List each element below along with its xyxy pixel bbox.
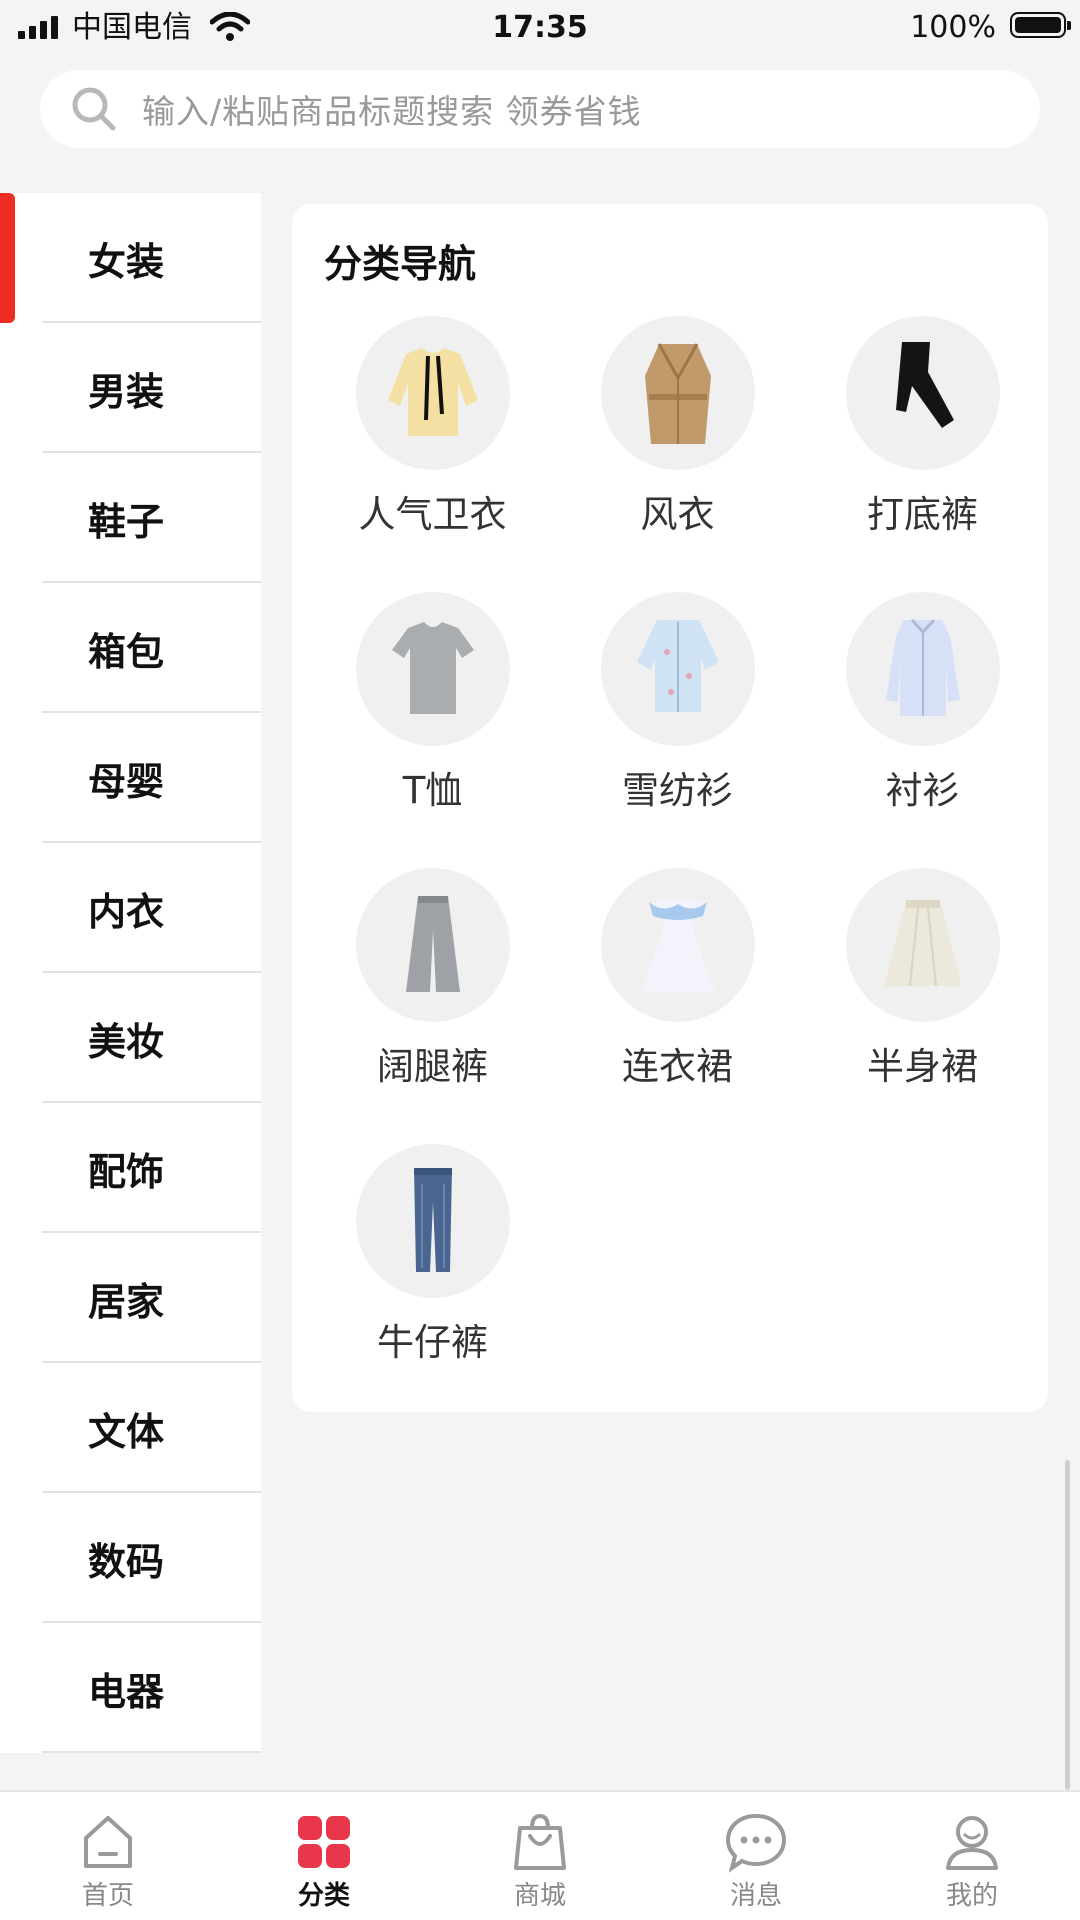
search-placeholder: 输入/粘贴商品标题搜索 领券省钱 xyxy=(142,92,642,131)
panel-title: 分类导航 xyxy=(324,242,477,286)
category-label: 半身裙 xyxy=(867,1045,978,1088)
category-label: 雪纺衫 xyxy=(622,769,733,812)
sidebar-item[interactable]: 文体 xyxy=(0,1363,261,1493)
tab-profile[interactable]: 我的 xyxy=(864,1792,1080,1920)
tab-label: 首页 xyxy=(81,1881,134,1911)
sidebar-item-label: 美妆 xyxy=(88,1019,165,1064)
category-item[interactable]: 人气卫衣 xyxy=(310,316,555,592)
status-bar: 中国电信 17:35 100% xyxy=(0,0,1080,56)
category-grid: 人气卫衣 风衣 打底裤 T恤 雪纺衫 衬衫阔腿裤 连衣裙 半身裙牛仔裤 xyxy=(310,316,1045,1420)
sidebar-item-label: 电器 xyxy=(88,1669,165,1714)
category-label: 阔腿裤 xyxy=(377,1045,488,1088)
wide-leg-pants-image xyxy=(355,868,510,1022)
shopping-bag-icon xyxy=(514,1813,566,1870)
skirt-image xyxy=(845,868,1000,1022)
sidebar-item[interactable]: 女装 xyxy=(0,193,261,323)
category-item[interactable]: 衬衫 xyxy=(800,592,1045,868)
leggings-image xyxy=(845,316,1000,470)
category-item[interactable]: 半身裙 xyxy=(800,868,1045,1144)
category-label: 衬衫 xyxy=(885,769,960,812)
sidebar-item-label: 配饰 xyxy=(88,1149,165,1194)
home-icon xyxy=(84,1816,132,1868)
category-icon xyxy=(298,1816,350,1868)
sidebar-item[interactable]: 配饰 xyxy=(0,1103,261,1233)
profile-icon xyxy=(946,1816,998,1870)
tab-label: 分类 xyxy=(297,1881,350,1911)
category-label: 人气卫衣 xyxy=(358,493,507,536)
sidebar-item-label: 文体 xyxy=(88,1409,165,1454)
sidebar-item-label: 居家 xyxy=(88,1279,165,1324)
battery-percent: 100% xyxy=(910,10,996,45)
category-item[interactable]: 牛仔裤 xyxy=(310,1144,555,1420)
sidebar-item-label: 箱包 xyxy=(88,629,165,674)
message-icon xyxy=(725,1813,787,1873)
sidebar-item[interactable]: 数码 xyxy=(0,1493,261,1623)
sidebar-item-label: 数码 xyxy=(88,1539,165,1584)
category-label: 连衣裙 xyxy=(622,1045,733,1088)
sidebar-item-label: 男装 xyxy=(88,369,165,414)
category-item[interactable]: 打底裤 xyxy=(800,316,1045,592)
category-label: 风衣 xyxy=(640,493,715,536)
category-label: 打底裤 xyxy=(867,493,978,536)
tab-message[interactable]: 消息 xyxy=(648,1792,864,1920)
chiffon-shirt-image xyxy=(600,592,755,746)
search-bar[interactable]: 输入/粘贴商品标题搜索 领券省钱 xyxy=(40,70,1040,148)
category-label: 牛仔裤 xyxy=(377,1321,488,1364)
sidebar-item[interactable]: 箱包 xyxy=(0,583,261,713)
sidebar-item-label: 母婴 xyxy=(88,759,165,804)
tab-label: 商城 xyxy=(513,1881,566,1911)
sidebar-item[interactable]: 鞋子 xyxy=(0,453,261,583)
sidebar-item-label: 女装 xyxy=(88,239,165,284)
category-sidebar: 女装男装鞋子箱包母婴内衣美妆配饰居家文体数码电器 xyxy=(0,193,261,1753)
category-item[interactable]: 阔腿裤 xyxy=(310,868,555,1144)
sidebar-item[interactable]: 美妆 xyxy=(0,973,261,1103)
sidebar-item[interactable]: 电器 xyxy=(0,1623,261,1753)
tab-shopping-bag[interactable]: 商城 xyxy=(432,1792,648,1920)
t-shirt-image xyxy=(355,592,510,746)
hoodie-image xyxy=(355,316,510,470)
scrollbar[interactable] xyxy=(1065,1460,1070,1790)
sidebar-item-label: 内衣 xyxy=(88,889,165,934)
tab-home[interactable]: 首页 xyxy=(0,1792,216,1920)
category-item[interactable]: T恤 xyxy=(310,592,555,868)
sidebar-item[interactable]: 居家 xyxy=(0,1233,261,1363)
jeans-image xyxy=(355,1144,510,1298)
category-label: T恤 xyxy=(402,769,463,812)
tab-label: 消息 xyxy=(729,1881,782,1911)
tab-label: 我的 xyxy=(945,1881,998,1911)
sidebar-item[interactable]: 男装 xyxy=(0,323,261,453)
category-item[interactable]: 雪纺衫 xyxy=(555,592,800,868)
sidebar-item-label: 鞋子 xyxy=(88,499,165,544)
search-icon xyxy=(72,87,116,131)
dress-image xyxy=(600,868,755,1022)
category-item[interactable]: 风衣 xyxy=(555,316,800,592)
sidebar-item[interactable]: 母婴 xyxy=(0,713,261,843)
category-panel: 分类导航 人气卫衣 风衣 打底裤 T恤 雪纺衫 衬衫阔腿裤 连衣裙 半身裙牛仔裤 xyxy=(292,204,1048,1412)
tab-category[interactable]: 分类 xyxy=(216,1792,432,1920)
tab-bar: 首页 分类 商城 消息 我的 xyxy=(0,1790,1080,1920)
trench-coat-image xyxy=(600,316,755,470)
battery-icon xyxy=(1010,12,1071,38)
shirt-image xyxy=(845,592,1000,746)
category-item[interactable]: 连衣裙 xyxy=(555,868,800,1144)
sidebar-item[interactable]: 内衣 xyxy=(0,843,261,973)
